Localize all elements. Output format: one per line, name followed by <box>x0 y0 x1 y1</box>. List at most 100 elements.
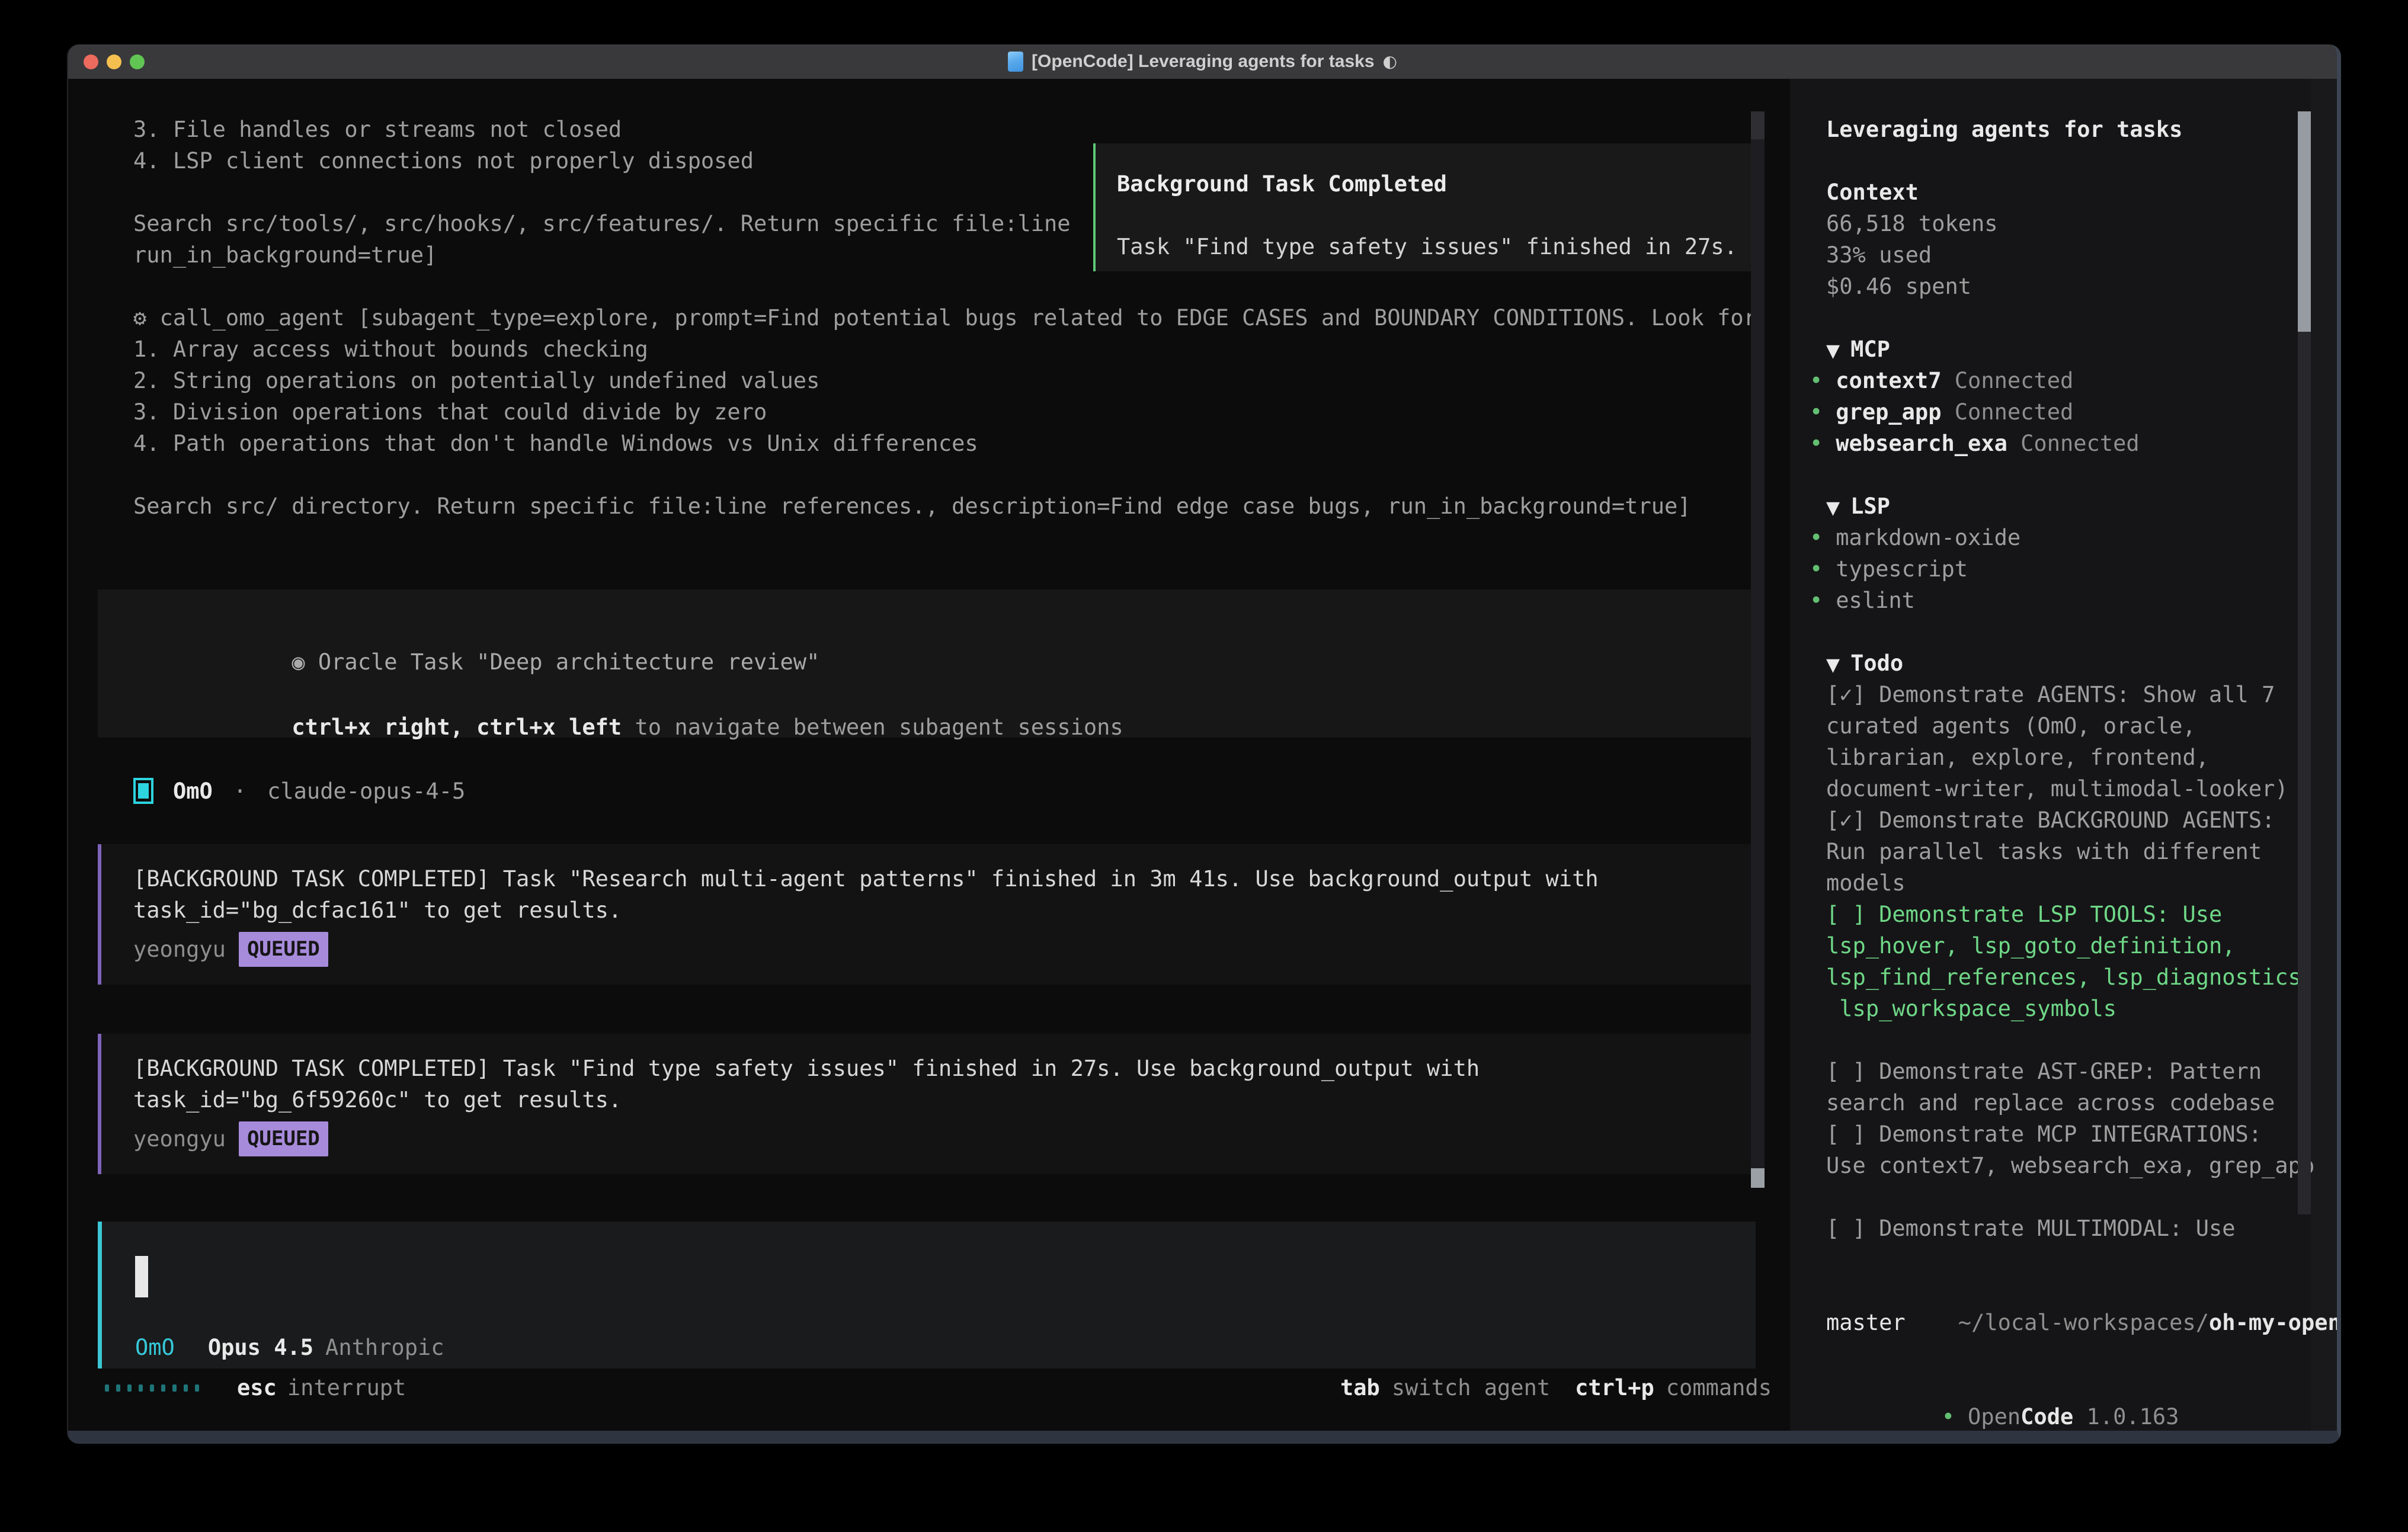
window-titlebar[interactable]: [OpenCode] Leveraging agents for tasks ◐ <box>68 44 2337 79</box>
todo-line: lsp_hover, lsp_goto_definition, <box>1826 930 2314 961</box>
todo-list: [✓] Demonstrate AGENTS: Show all 7curate… <box>1826 679 2314 1244</box>
context-stat-line: 33% used <box>1826 239 1998 271</box>
status-badge: QUEUED <box>239 932 328 967</box>
esc-key-hint: esc <box>237 1372 277 1403</box>
todo-line: Run parallel tasks with different <box>1826 836 2314 867</box>
terminal-main-pane: 3. File handles or streams not closed 4. … <box>68 79 1790 1431</box>
mcp-item: •context7 Connected <box>1810 365 2140 396</box>
context-stat-line: 66,518 tokens <box>1826 208 1998 239</box>
terminal-line: Search src/ directory. Return specific f… <box>133 491 1757 522</box>
status-dot-icon: • <box>1810 399 1823 425</box>
notification-title: Background Task Completed <box>1117 168 1447 200</box>
background-task-notification: Background Task Completed Task "Find typ… <box>1093 143 1759 271</box>
version-line: •OpenCode 1.0.163 <box>1810 1370 2179 1444</box>
todo-line: [✓] Demonstrate BACKGROUND AGENTS: <box>1826 805 2314 836</box>
status-dot-icon: • <box>1810 556 1823 582</box>
todo-line: document-writer, multimodal-looker) <box>1826 773 2314 805</box>
todo-line: curated agents (OmO, oracle, <box>1826 710 2314 742</box>
todo-line: [ ] Demonstrate MCP INTEGRATIONS: <box>1826 1118 2314 1150</box>
status-bar: esc interrupt tab switch agent ctrl+p co… <box>68 1372 1790 1403</box>
background-task-message: [BACKGROUND TASK COMPLETED] Task "Resear… <box>98 844 1756 985</box>
spinner-dot <box>172 1384 177 1392</box>
spinner-dot <box>139 1384 143 1392</box>
tab-key-label: switch agent <box>1392 1372 1550 1403</box>
gear-icon: ⚙ <box>133 305 146 331</box>
main-scrollbar-thumb[interactable] <box>1751 1168 1765 1188</box>
status-dot-icon: • <box>1810 525 1823 550</box>
prompt-input[interactable]: OmO Opus 4.5 Anthropic <box>98 1222 1756 1368</box>
todo-line: Use context7, websearch_exa, grep_app <box>1826 1150 2314 1181</box>
todo-line: search and replace across codebase <box>1826 1087 2314 1118</box>
mcp-item: •websearch_exa Connected <box>1810 428 2140 459</box>
background-task-message: [BACKGROUND TASK COMPLETED] Task "Find t… <box>98 1034 1756 1174</box>
ctrlp-key-label: commands <box>1666 1372 1772 1403</box>
context-stats: 66,518 tokens33% used$0.46 spent <box>1826 208 1998 302</box>
todo-line <box>1826 1024 2314 1056</box>
todo-section-header[interactable]: ▼Todo <box>1826 648 1903 681</box>
spinner-dot <box>116 1384 120 1392</box>
message-line: task_id="bg_6f59260c" to get results. <box>133 1084 622 1116</box>
mcp-list: •context7 Connected•grep_app Connected•w… <box>1810 365 2140 459</box>
sidebar: Leveraging agents for tasks Context 66,5… <box>1790 79 2337 1431</box>
todo-line: lsp_workspace_symbols <box>1826 993 2314 1024</box>
sidebar-scrollbar-thumb[interactable] <box>2298 111 2311 332</box>
spinner-dot <box>127 1384 132 1392</box>
session-title: Leveraging agents for tasks <box>1826 114 2182 145</box>
message-user: yeongyu <box>133 934 226 965</box>
keybinding-text: ctrl+x right, ctrl+x left <box>292 714 622 740</box>
spinner-dot <box>105 1384 109 1392</box>
ctrlp-key-hint: ctrl+p <box>1575 1372 1654 1403</box>
terminal-line: 3. File handles or streams not closed <box>133 114 1757 145</box>
context-stat-line: $0.46 spent <box>1826 271 1998 302</box>
todo-line: models <box>1826 867 2314 899</box>
notification-body: Task "Find type safety issues" finished … <box>1117 231 1737 262</box>
message-line: [BACKGROUND TASK COMPLETED] Task "Resear… <box>133 863 1599 895</box>
todo-line: librarian, explore, frontend, <box>1826 742 2314 773</box>
status-dot-icon: • <box>1810 368 1823 393</box>
window-title: [OpenCode] Leveraging agents for tasks ◐ <box>68 44 2337 79</box>
main-scrollbar-segment[interactable] <box>1751 111 1765 139</box>
input-agent: OmO <box>135 1332 175 1363</box>
tab-key-hint: tab <box>1340 1372 1380 1403</box>
terminal-line <box>133 271 1757 302</box>
spinner-dot <box>161 1384 165 1392</box>
target-icon: ◉ <box>292 649 305 675</box>
agent-session-header: OmO · claude-opus-4-5 <box>133 773 465 809</box>
message-line: task_id="bg_dcfac161" to get results. <box>133 895 622 926</box>
oracle-task-hint: ctrl+x right, ctrl+x left to navigate be… <box>133 680 1123 774</box>
status-dot-icon: • <box>1810 588 1823 613</box>
spinner-dot <box>184 1384 188 1392</box>
window-content: 3. File handles or streams not closed 4. … <box>68 79 2337 1431</box>
half-moon-icon: ◐ <box>1383 44 1397 79</box>
agent-model: claude-opus-4-5 <box>267 775 465 807</box>
spinner-dot <box>195 1384 199 1392</box>
todo-line: [ ] Demonstrate MULTIMODAL: Use <box>1826 1213 2314 1244</box>
terminal-line: 4. Path operations that don't handle Win… <box>133 428 1757 459</box>
todo-line: [ ] Demonstrate LSP TOOLS: Use <box>1826 899 2314 930</box>
input-meta: OmO Opus 4.5 Anthropic <box>135 1332 444 1363</box>
oracle-task-panel: ◉ Oracle Task "Deep architecture review"… <box>98 589 1753 738</box>
status-badge: QUEUED <box>239 1121 328 1156</box>
todo-line: [✓] Demonstrate AGENTS: Show all 7 <box>1826 679 2314 710</box>
lsp-item: •markdown-oxide <box>1810 522 2020 553</box>
input-provider: Anthropic <box>325 1332 444 1363</box>
mcp-item: •grep_app Connected <box>1810 396 2140 428</box>
sidebar-scrollbar-track[interactable] <box>2298 332 2311 1214</box>
message-line: [BACKGROUND TASK COMPLETED] Task "Find t… <box>133 1053 1480 1084</box>
text-cursor <box>135 1256 148 1297</box>
lsp-item: •eslint <box>1810 585 2020 616</box>
todo-line: lsp_find_references, lsp_diagnostics, <box>1826 961 2314 993</box>
separator-dot: · <box>233 775 246 807</box>
agent-square-icon <box>133 778 153 804</box>
main-scrollbar-track[interactable] <box>1751 111 1765 1188</box>
lsp-section-header[interactable]: ▼LSP <box>1826 491 1890 524</box>
context-heading: Context <box>1826 177 1919 208</box>
terminal-line: 1. Array access without bounds checking <box>133 334 1757 365</box>
terminal-line: 3. Division operations that could divide… <box>133 396 1757 428</box>
sidebar-scroll-lane <box>2311 79 2337 1431</box>
chevron-down-icon: ▼ <box>1826 341 1840 361</box>
agent-name: OmO <box>173 775 213 807</box>
terminal-line <box>133 459 1757 491</box>
chevron-down-icon: ▼ <box>1826 498 1840 518</box>
mcp-section-header[interactable]: ▼MCP <box>1826 334 1890 367</box>
